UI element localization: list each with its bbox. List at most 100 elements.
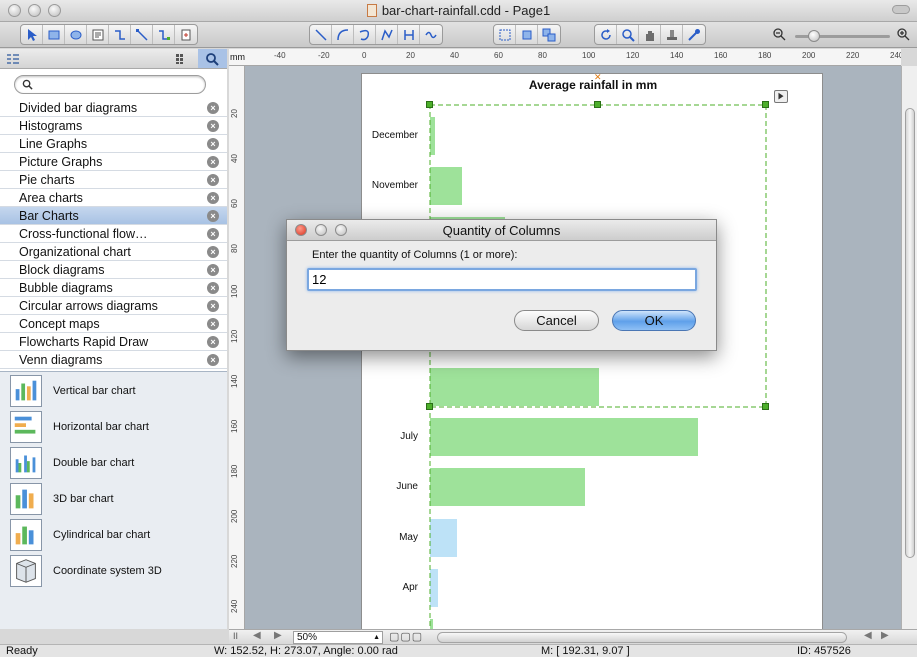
zoom-in-icon[interactable]	[896, 27, 910, 41]
remove-library-icon[interactable]: ×	[207, 156, 219, 168]
library-search-input[interactable]	[14, 75, 206, 94]
3d-bar-chart-icon	[10, 483, 42, 515]
library-item[interactable]: Divided bar diagrams ×	[0, 99, 227, 117]
rotation-handle[interactable]: ✕	[594, 73, 602, 82]
ellipse-icon[interactable]	[65, 25, 87, 44]
insert-icon[interactable]	[175, 25, 197, 44]
ruler-tick-label: 180	[230, 464, 239, 478]
library-item[interactable]: Histograms ×	[0, 117, 227, 135]
library-item[interactable]: Venn diagrams ×	[0, 351, 227, 369]
page-view-icons[interactable]: ▢▢▢	[389, 630, 423, 643]
selection-handle[interactable]	[762, 403, 769, 410]
remove-library-icon[interactable]: ×	[207, 210, 219, 222]
arc-icon[interactable]	[332, 25, 354, 44]
remove-library-icon[interactable]: ×	[207, 336, 219, 348]
stamp-icon[interactable]	[661, 25, 683, 44]
spline-icon[interactable]	[398, 25, 420, 44]
page-next-icon[interactable]: ▶	[274, 630, 282, 641]
zoom-stepper-icon[interactable]: ▲	[373, 632, 380, 643]
library-item[interactable]: Flowcharts Rapid Draw ×	[0, 333, 227, 351]
remove-library-icon[interactable]: ×	[207, 246, 219, 258]
shape-item[interactable]: Double bar chart	[10, 447, 134, 479]
shape-item[interactable]: 3D bar chart	[10, 483, 114, 515]
ruler-tick-label: 100	[230, 284, 239, 298]
shape-item[interactable]: Vertical bar chart	[10, 375, 136, 407]
library-item[interactable]: Cross-functional flow… ×	[0, 225, 227, 243]
shape-item[interactable]: Cylindrical bar chart	[10, 519, 150, 551]
shape-item-label: Horizontal bar chart	[53, 421, 149, 433]
pan-icon[interactable]	[639, 25, 661, 44]
dialog-prompt: Enter the quantity of Columns (1 or more…	[312, 249, 518, 261]
ruler-tick-label: 60	[494, 51, 503, 60]
cancel-button[interactable]: Cancel	[514, 310, 599, 331]
ok-button[interactable]: OK	[612, 310, 696, 331]
zoom-icon[interactable]	[617, 25, 639, 44]
remove-library-icon[interactable]: ×	[207, 318, 219, 330]
freehand-icon[interactable]	[420, 25, 442, 44]
zoom-out-icon[interactable]	[772, 27, 786, 41]
columns-quantity-input[interactable]	[307, 268, 697, 291]
rotate-icon[interactable]	[595, 25, 617, 44]
library-tree-icon[interactable]	[6, 53, 20, 65]
curve-icon[interactable]	[354, 25, 376, 44]
scroll-left-icon[interactable]: ◀	[864, 630, 872, 641]
shape-edit-icon[interactable]	[494, 25, 516, 44]
pause-icon[interactable]: II	[233, 631, 238, 641]
remove-library-icon[interactable]: ×	[207, 138, 219, 150]
shape-item-label: Cylindrical bar chart	[53, 529, 151, 541]
pointer-icon[interactable]	[21, 25, 43, 44]
library-item[interactable]: Bar Charts ×	[0, 207, 227, 225]
ruler-tick-label: 200	[802, 51, 816, 60]
selection-handle[interactable]	[594, 101, 601, 108]
canvas-bottom-bar: II ◀ ▶ 50% ▲ ▢▢▢ ◀ ▶	[229, 629, 917, 644]
shape-group-icon[interactable]	[538, 25, 560, 44]
selection-handle[interactable]	[762, 101, 769, 108]
library-item[interactable]: Concept maps ×	[0, 315, 227, 333]
chart-action-icon[interactable]	[774, 90, 788, 103]
vertical-scrollbar-thumb[interactable]	[905, 108, 915, 558]
remove-library-icon[interactable]: ×	[207, 282, 219, 294]
remove-library-icon[interactable]: ×	[207, 264, 219, 276]
polyline-icon[interactable]	[376, 25, 398, 44]
search-toggle-icon[interactable]	[198, 49, 227, 68]
ruler-tick-label: 160	[714, 51, 728, 60]
line-icon[interactable]	[310, 25, 332, 44]
library-item[interactable]: Line Graphs ×	[0, 135, 227, 153]
library-item[interactable]: Bubble diagrams ×	[0, 279, 227, 297]
rectangle-icon[interactable]	[43, 25, 65, 44]
page-prev-icon[interactable]: ◀	[253, 630, 261, 641]
remove-library-icon[interactable]: ×	[207, 228, 219, 240]
eyedropper-icon[interactable]	[683, 25, 705, 44]
shape-item[interactable]: Horizontal bar chart	[10, 411, 149, 443]
connector3-icon[interactable]	[153, 25, 175, 44]
toolbar-toggle-button[interactable]	[892, 5, 910, 14]
library-item[interactable]: Pie charts ×	[0, 171, 227, 189]
remove-library-icon[interactable]: ×	[207, 192, 219, 204]
vertical-scrollbar[interactable]	[901, 66, 917, 629]
library-item[interactable]: Organizational chart ×	[0, 243, 227, 261]
selection-handle[interactable]	[426, 403, 433, 410]
ruler-tick-label: 160	[230, 419, 239, 433]
remove-library-icon[interactable]: ×	[207, 120, 219, 132]
remove-library-icon[interactable]: ×	[207, 174, 219, 186]
zoom-slider-knob[interactable]	[808, 30, 820, 42]
selection-handle[interactable]	[426, 101, 433, 108]
scroll-right-icon[interactable]: ▶	[881, 630, 889, 641]
horizontal-scrollbar-thumb[interactable]	[437, 632, 847, 643]
connector2-icon[interactable]	[131, 25, 153, 44]
library-item[interactable]: Block diagrams ×	[0, 261, 227, 279]
remove-library-icon[interactable]: ×	[207, 354, 219, 366]
text-icon[interactable]	[87, 25, 109, 44]
remove-library-icon[interactable]: ×	[207, 300, 219, 312]
search-icon	[22, 79, 33, 90]
zoom-select[interactable]: 50% ▲	[293, 631, 383, 644]
remove-library-icon[interactable]: ×	[207, 102, 219, 114]
grid-view-icon[interactable]	[175, 53, 187, 65]
shape-item[interactable]: Coordinate system 3D	[10, 555, 162, 587]
library-item[interactable]: Picture Graphs ×	[0, 153, 227, 171]
shape-crop-icon[interactable]	[516, 25, 538, 44]
status-id: ID: 457526	[797, 645, 851, 657]
library-item[interactable]: Area charts ×	[0, 189, 227, 207]
connector-icon[interactable]	[109, 25, 131, 44]
library-item[interactable]: Circular arrows diagrams ×	[0, 297, 227, 315]
